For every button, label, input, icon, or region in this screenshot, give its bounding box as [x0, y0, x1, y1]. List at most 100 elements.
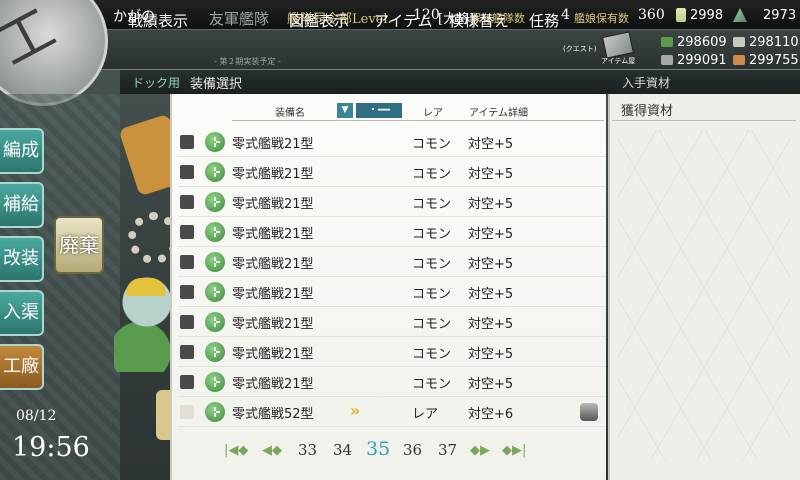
checkbox[interactable]: [180, 165, 194, 179]
scrap-button[interactable]: 廃棄: [54, 216, 104, 274]
fighter-icon: [205, 402, 225, 422]
breadcrumb-dock: ドック用: [132, 76, 181, 90]
list-item[interactable]: 零式艦戦21型 コモン 対空+5: [178, 277, 606, 307]
page-36[interactable]: 36: [403, 441, 422, 459]
checkbox[interactable]: [180, 255, 194, 269]
item-rarity: レア: [412, 407, 439, 422]
list-item[interactable]: 零式艦戦21型 コモン 対空+5: [178, 247, 606, 277]
breadcrumb-equipment-select: 装備選択: [190, 77, 243, 92]
checkbox[interactable]: [180, 285, 194, 299]
item-detail: 対空+5: [468, 167, 514, 182]
fuel-icon: [661, 37, 673, 47]
header-name: 装備名: [275, 108, 305, 119]
checkbox[interactable]: [180, 225, 194, 239]
next-page-arrow-icon[interactable]: ◆▶: [470, 443, 490, 458]
repair-button[interactable]: 入渠: [0, 290, 44, 336]
item-rarity: コモン: [412, 197, 452, 212]
breadcrumb-acquired: 入手資材: [622, 76, 671, 90]
steel-value: 299091: [677, 53, 727, 68]
badge-text: 工: [0, 0, 65, 78]
hex-pattern: [618, 130, 790, 460]
checkbox[interactable]: [180, 375, 194, 389]
ammo-value: 298110: [749, 35, 799, 50]
item-name: 零式艦戦21型: [232, 167, 314, 182]
page-34[interactable]: 34: [333, 441, 352, 459]
fighter-icon: [205, 342, 225, 362]
checkbox[interactable]: [180, 135, 194, 149]
list-item[interactable]: 零式艦戦52型 » レア 対空+6: [178, 397, 606, 427]
lock-icon[interactable]: [580, 403, 598, 421]
item-rarity: コモン: [412, 377, 452, 392]
list-item[interactable]: 零式艦戦21型 コモン 対空+5: [178, 127, 606, 157]
time-display: 19:56: [12, 432, 90, 463]
checkbox[interactable]: [180, 405, 194, 419]
fighter-icon: [205, 312, 225, 332]
list-item[interactable]: 零式艦戦21型 コモン 対空+5: [178, 367, 606, 397]
quest-button[interactable]: 任務: [529, 10, 559, 31]
items-button[interactable]: アイテム: [374, 10, 433, 31]
item-name: 零式艦戦21型: [232, 137, 314, 152]
library-button[interactable]: 図鑑表示: [289, 10, 349, 31]
page-37[interactable]: 37: [438, 441, 457, 459]
item-detail: 対空+5: [468, 197, 514, 212]
prev-page-arrow-icon[interactable]: ◀◆: [262, 443, 282, 458]
fighter-icon: [205, 372, 225, 392]
sort-dropdown-button[interactable]: ▼: [337, 103, 353, 118]
page-35-current[interactable]: 35: [366, 438, 390, 460]
shipgirls-label: 艦娘保有数: [574, 12, 629, 25]
sort-mode-button[interactable]: ・━━: [356, 103, 402, 118]
item-rarity: コモン: [412, 317, 452, 332]
page-33[interactable]: 33: [298, 441, 317, 459]
fighter-icon: [205, 282, 225, 302]
item-rarity: コモン: [412, 257, 452, 272]
furniture-button[interactable]: 模様替え: [449, 10, 509, 31]
checkbox[interactable]: [180, 345, 194, 359]
header-detail: アイテム詳細: [469, 108, 528, 119]
last-page-arrow-icon[interactable]: ◆▶|: [502, 443, 526, 458]
list-item[interactable]: 零式艦戦21型 コモン 対空+5: [178, 337, 606, 367]
item-detail: 対空+5: [468, 377, 514, 392]
item-name: 零式艦戦21型: [232, 287, 314, 302]
item-name: 零式艦戦21型: [232, 317, 314, 332]
item-detail: 対空+5: [468, 257, 514, 272]
resupply-button[interactable]: 補給: [0, 182, 44, 228]
pagination: |◀◆ ◀◆ 33 34 35 36 37 ◆▶ ◆▶|: [220, 437, 530, 463]
divider: [612, 120, 796, 121]
ammo-resource: 298110: [733, 35, 799, 50]
remodel-button[interactable]: 改装: [0, 236, 44, 282]
item-detail: 対空+5: [468, 137, 514, 152]
arsenal-button[interactable]: 工廠: [0, 344, 44, 390]
fuel-value: 298609: [677, 35, 727, 50]
item-detail: 対空+5: [468, 227, 514, 242]
item-name: 零式艦戦21型: [232, 197, 314, 212]
steel-resource: 299091: [661, 53, 727, 68]
list-item[interactable]: 零式艦戦21型 コモン 対空+5: [178, 307, 606, 337]
friend-fleet-subtitle: - 第２期実装予定 -: [214, 57, 281, 66]
checkbox[interactable]: [180, 315, 194, 329]
first-page-arrow-icon[interactable]: |◀◆: [224, 443, 248, 458]
friend-fleet-button: 友軍艦隊: [209, 10, 270, 28]
devmat-count: 2973: [763, 8, 797, 23]
list-item[interactable]: 零式艦戦21型 コモン 対空+5: [178, 157, 606, 187]
ships-count: 4: [561, 7, 570, 23]
bucket-count: 2998: [690, 8, 724, 23]
list-item[interactable]: 零式艦戦21型 コモン 対空+5: [178, 217, 606, 247]
organize-button[interactable]: 編成: [0, 128, 44, 174]
fighter-icon: [205, 222, 225, 242]
record-button[interactable]: 戦績表示: [128, 10, 188, 31]
port-badge[interactable]: 工: [0, 0, 108, 106]
item-detail: 対空+6: [468, 407, 514, 422]
game-screen: かがの 艦隊司令部Level. 120 [大将] 保有艦隊数 4 艦娘保有数 3…: [0, 0, 800, 480]
item-name: 零式艦戦21型: [232, 377, 314, 392]
item-detail: 対空+5: [468, 287, 514, 302]
item-detail: 対空+5: [468, 317, 514, 332]
ammo-icon: [733, 37, 745, 47]
checkbox[interactable]: [180, 195, 194, 209]
item-shop-label: アイテム屋: [601, 57, 636, 65]
improvement-marker: »: [350, 401, 361, 420]
item-rarity: コモン: [412, 287, 452, 302]
list-item[interactable]: 零式艦戦21型 コモン 対空+5: [178, 187, 606, 217]
fairy-helmet: [126, 278, 166, 296]
fuel-resource: 298609: [661, 35, 727, 50]
quest-subtitle: (クエスト): [563, 45, 597, 53]
